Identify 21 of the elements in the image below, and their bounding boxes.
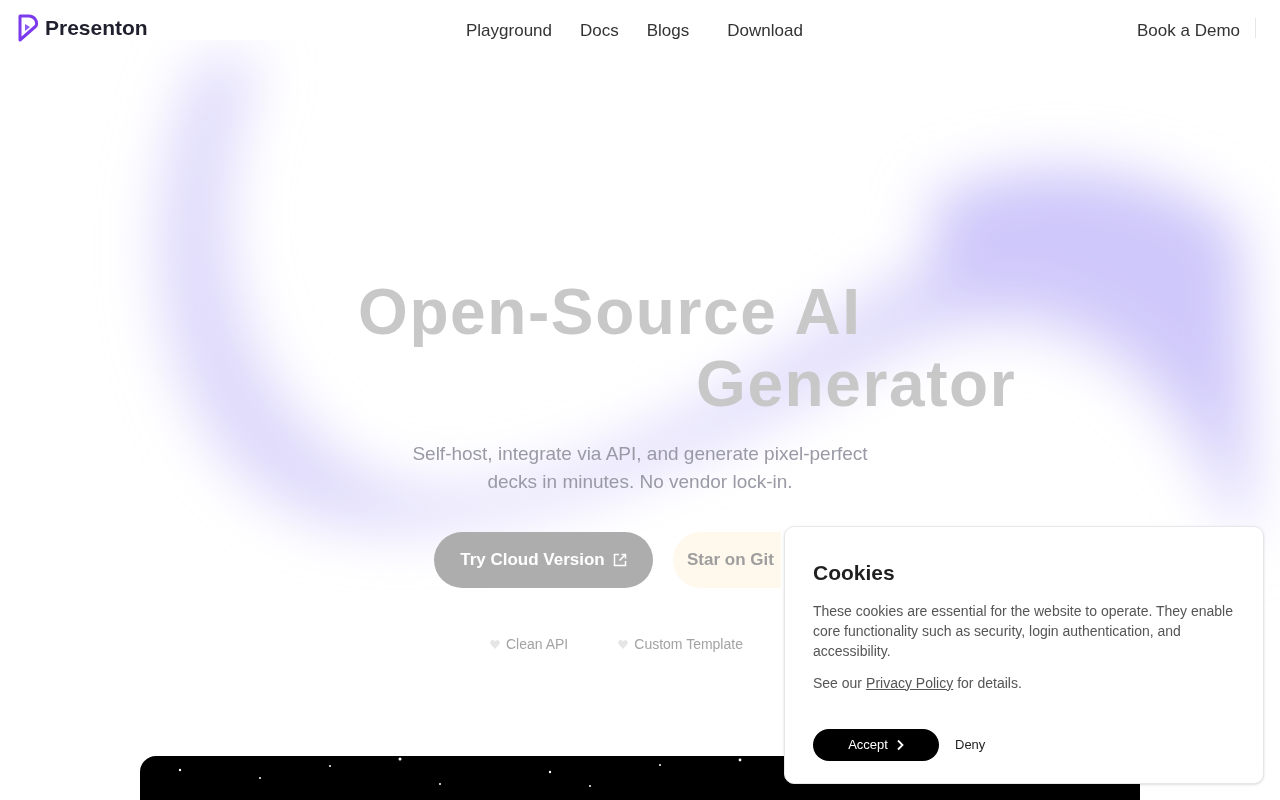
chevron-right-icon (895, 738, 904, 751)
policy-text: for details. (957, 673, 1022, 693)
cookie-title: Cookies (813, 560, 896, 586)
hero-subtitle: Self-host, integrate via API, and generate pixel-perfect decks in minutes. No vendor lock-in. (411, 442, 869, 494)
brand-name[interactable]: Presenton (45, 12, 148, 44)
nav-link[interactable]: Blogs (646, 18, 690, 44)
nav-link[interactable]: Playground (466, 18, 552, 44)
book-demo-link[interactable]: Book a Demo (1137, 18, 1240, 44)
deny-button[interactable]: Deny (955, 734, 986, 755)
logo-icon (17, 14, 39, 42)
policy-text: See our (813, 673, 863, 693)
heart-icon (490, 640, 500, 649)
external-link-icon (612, 553, 627, 567)
heart-icon (618, 640, 629, 649)
nav-link[interactable]: Download (727, 18, 803, 44)
privacy-policy-link[interactable]: Privacy Policy (866, 672, 954, 694)
cookie-description: These cookies are essential for the website to operate. They enable core functionality such as security, login authentication, and accessibility. (813, 601, 1234, 661)
nav-link[interactable]: Docs (580, 18, 619, 44)
feature-label: Clean API (506, 635, 569, 654)
feature-label: Custom Template (634, 635, 743, 654)
accept-button[interactable]: Accept (813, 728, 939, 761)
